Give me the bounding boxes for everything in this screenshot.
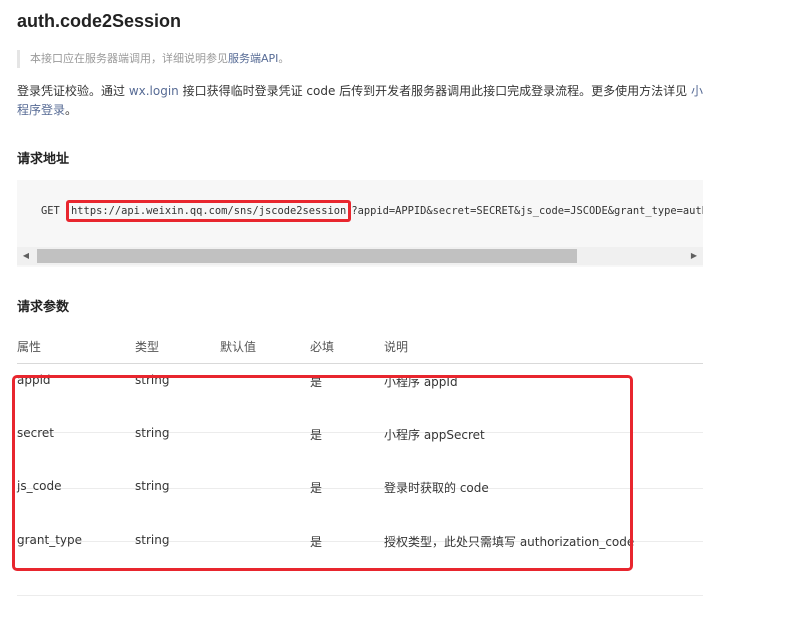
request-url-heading: 请求地址: [17, 152, 70, 167]
note-suffix: 。: [278, 52, 290, 65]
http-method: GET: [41, 205, 60, 217]
request-url-line: GET https://api.weixin.qq.com/sns/jscode…: [41, 200, 703, 222]
column-header-default: 默认值: [220, 340, 257, 354]
server-api-link[interactable]: 服务端API: [228, 52, 278, 65]
desc-text-1: 登录凭证校验。通过: [17, 84, 129, 98]
request-params-heading: 请求参数: [17, 300, 70, 315]
column-header-type: 类型: [135, 340, 160, 354]
wx-login-link[interactable]: wx.login: [129, 84, 179, 98]
desc-text-2: 接口获得临时登录凭证 code 后传到开发者服务器调用此接口完成登录流程。更多使…: [178, 84, 691, 98]
api-description: 登录凭证校验。通过 wx.login 接口获得临时登录凭证 code 后传到开发…: [17, 82, 703, 120]
column-header-name: 属性: [17, 340, 42, 354]
note-text: 本接口应在服务器端调用，详细说明参见: [30, 52, 228, 65]
column-header-required: 必填: [310, 340, 335, 354]
endpoint-url: https://api.weixin.qq.com/sns/jscode2ses…: [71, 205, 347, 217]
url-highlight-box: https://api.weixin.qq.com/sns/jscode2ses…: [66, 200, 352, 222]
page-title: auth.code2Session: [17, 11, 182, 31]
server-side-note: 本接口应在服务器端调用，详细说明参见服务端API。: [17, 50, 617, 68]
params-table-header: 属性 类型 默认值 必填 说明: [17, 335, 703, 364]
scroll-right-arrow-icon[interactable]: ▶: [685, 247, 703, 265]
code-horizontal-scrollbar[interactable]: ◀ ▶: [17, 247, 703, 265]
column-header-description: 说明: [384, 340, 409, 354]
scroll-left-arrow-icon[interactable]: ◀: [17, 247, 35, 265]
params-highlight-box: [12, 375, 633, 571]
desc-text-3: 。: [65, 103, 78, 117]
url-query: ?appid=APPID&secret=SECRET&js_code=JSCOD…: [351, 205, 703, 217]
scrollbar-thumb[interactable]: [37, 249, 577, 263]
